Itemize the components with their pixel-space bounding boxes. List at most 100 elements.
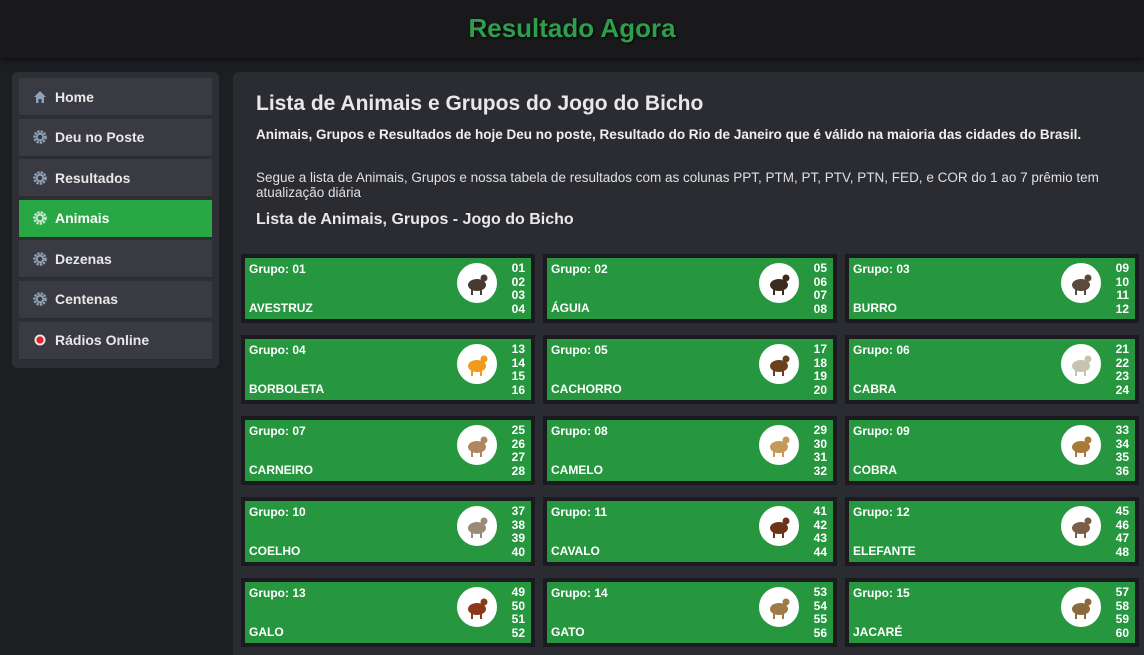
animal-name: BORBOLETA: [249, 382, 325, 396]
animal-group: Grupo: 07: [249, 424, 306, 438]
animal-number: 44: [813, 544, 827, 559]
animal-number: 34: [1115, 436, 1129, 451]
animal-number: 15: [511, 369, 525, 383]
animal-card-body: Grupo: 07 25 26 27 28 CARNEIRO: [245, 420, 531, 481]
animal-name: GATO: [551, 625, 585, 639]
animal-group: Grupo: 13: [249, 586, 306, 600]
animal-name: CAMELO: [551, 463, 603, 477]
animal-number: 20: [813, 382, 827, 397]
animal-number: 27: [511, 450, 525, 464]
animal-group: Grupo: 12: [853, 505, 910, 519]
animal-number: 40: [511, 544, 525, 559]
animal-group: Grupo: 14: [551, 586, 608, 600]
sidebar-item-label: Deu no Poste: [55, 129, 145, 146]
animal-group: Grupo: 11: [551, 505, 608, 519]
animal-number: 58: [1115, 598, 1129, 613]
description-text: Segue a lista de Animais, Grupos e nossa…: [256, 170, 1099, 200]
animal-group: Grupo: 10: [249, 505, 306, 519]
animal-numbers: 25 26 27 28: [511, 423, 525, 478]
animal-card[interactable]: Grupo: 13 49 50 51 52 GALO: [241, 578, 535, 647]
dog-icon: [759, 344, 799, 384]
animal-card[interactable]: Grupo: 15 57 58 59 60 JACARÉ: [845, 578, 1139, 647]
animal-numbers: 09 10 11 12: [1116, 261, 1129, 316]
animal-name: AVESTRUZ: [249, 301, 313, 315]
animal-number: 43: [813, 531, 827, 545]
animal-numbers: 37 38 39 40: [511, 504, 525, 559]
donkey-icon: [1061, 263, 1101, 303]
animal-number: 33: [1115, 423, 1129, 437]
sidebar-item-dezenas[interactable]: Dezenas: [19, 240, 212, 279]
animal-card-body: Grupo: 04 13 14 15 16 BORBOLETA: [245, 339, 531, 400]
section-subtitle: Lista de Animais, Grupos - Jogo do Bicho: [256, 211, 574, 228]
animal-number: 59: [1115, 612, 1129, 626]
site-title[interactable]: Resultado Agora: [0, 0, 1144, 56]
animal-number: 04: [511, 301, 525, 316]
sidebar-item-label: Animais: [55, 210, 110, 227]
animal-card-body: Grupo: 02 05 06 07 08 ÁGUIA: [547, 258, 833, 319]
animal-numbers: 57 58 59 60: [1115, 585, 1129, 640]
animal-card-body: Grupo: 09 33 34 35 36 COBRA: [849, 420, 1135, 481]
intro-text: Animais, Grupos e Resultados de hoje Deu…: [256, 127, 1082, 142]
sidebar-item-animais[interactable]: Animais: [19, 199, 212, 238]
animal-card-body: Grupo: 01 01 02 03 04 AVESTRUZ: [245, 258, 531, 319]
animal-group: Grupo: 08: [551, 424, 608, 438]
animal-number: 46: [1115, 517, 1129, 532]
animal-numbers: 45 46 47 48: [1115, 504, 1129, 559]
animal-group: Grupo: 15: [853, 586, 910, 600]
animal-numbers: 41 42 43 44: [813, 504, 827, 559]
animal-number: 01: [511, 261, 525, 275]
animal-card[interactable]: Grupo: 02 05 06 07 08 ÁGUIA: [543, 254, 837, 323]
animal-card[interactable]: Grupo: 06 21 22 23 24 CABRA: [845, 335, 1139, 404]
animal-name: CAVALO: [551, 544, 600, 558]
animal-number: 22: [1115, 355, 1129, 370]
animal-card[interactable]: Grupo: 10 37 38 39 40 COELHO: [241, 497, 535, 566]
animal-card-body: Grupo: 06 21 22 23 24 CABRA: [849, 339, 1135, 400]
sidebar-item-home[interactable]: Home: [19, 78, 212, 116]
animal-card[interactable]: Grupo: 08 29 30 31 32 CAMELO: [543, 416, 837, 485]
sidebar-item-label: Home: [55, 88, 94, 105]
gear-icon: [33, 170, 47, 185]
animal-name: CACHORRO: [551, 382, 622, 396]
animal-number: 32: [813, 463, 827, 478]
animal-number: 18: [813, 355, 827, 370]
animal-card[interactable]: Grupo: 12 45 46 47 48 ELEFANTE: [845, 497, 1139, 566]
sidebar-item-r-dios-online[interactable]: Rádios Online: [19, 321, 212, 360]
animal-number: 11: [1116, 288, 1129, 302]
sidebar-item-centenas[interactable]: Centenas: [19, 280, 212, 319]
animal-numbers: 13 14 15 16: [511, 342, 525, 397]
animal-card[interactable]: Grupo: 14 53 54 55 56 GATO: [543, 578, 837, 647]
animal-card-body: Grupo: 13 49 50 51 52 GALO: [245, 582, 531, 643]
animal-number: 26: [511, 436, 525, 451]
animal-card[interactable]: Grupo: 07 25 26 27 28 CARNEIRO: [241, 416, 535, 485]
animal-card-body: Grupo: 12 45 46 47 48 ELEFANTE: [849, 501, 1135, 562]
animal-card[interactable]: Grupo: 09 33 34 35 36 COBRA: [845, 416, 1139, 485]
animal-number: 14: [511, 355, 525, 370]
elephant-icon: [1061, 506, 1101, 546]
sidebar-item-deu-no-poste[interactable]: Deu no Poste: [19, 118, 212, 157]
animal-number: 21: [1115, 342, 1129, 356]
animal-card[interactable]: Grupo: 04 13 14 15 16 BORBOLETA: [241, 335, 535, 404]
rooster-icon: [457, 587, 497, 627]
animal-number: 51: [511, 612, 525, 626]
animal-number: 54: [813, 598, 827, 613]
ostrich-icon: [457, 263, 497, 303]
animal-name: BURRO: [853, 301, 897, 315]
sidebar: Home Deu no Poste Resultados Animais Dezenas…: [12, 72, 219, 368]
sidebar-item-resultados[interactable]: Resultados: [19, 159, 212, 198]
animal-card[interactable]: Grupo: 01 01 02 03 04 AVESTRUZ: [241, 254, 535, 323]
goat-icon: [1061, 344, 1101, 384]
animal-card[interactable]: Grupo: 05 17 18 19 20 CACHORRO: [543, 335, 837, 404]
snake-icon: [1061, 425, 1101, 465]
sidebar-item-label: Centenas: [55, 291, 119, 308]
animal-number: 52: [511, 625, 525, 640]
rabbit-icon: [457, 506, 497, 546]
animal-name: CARNEIRO: [249, 463, 314, 477]
gear-icon: [33, 211, 47, 226]
animal-number: 55: [813, 612, 827, 626]
cat-icon: [759, 587, 799, 627]
camel-icon: [759, 425, 799, 465]
animal-card[interactable]: Grupo: 03 09 10 11 12 BURRO: [845, 254, 1139, 323]
animal-card[interactable]: Grupo: 11 41 42 43 44 CAVALO: [543, 497, 837, 566]
sidebar-item-label: Resultados: [55, 169, 131, 186]
animal-number: 48: [1115, 544, 1129, 559]
